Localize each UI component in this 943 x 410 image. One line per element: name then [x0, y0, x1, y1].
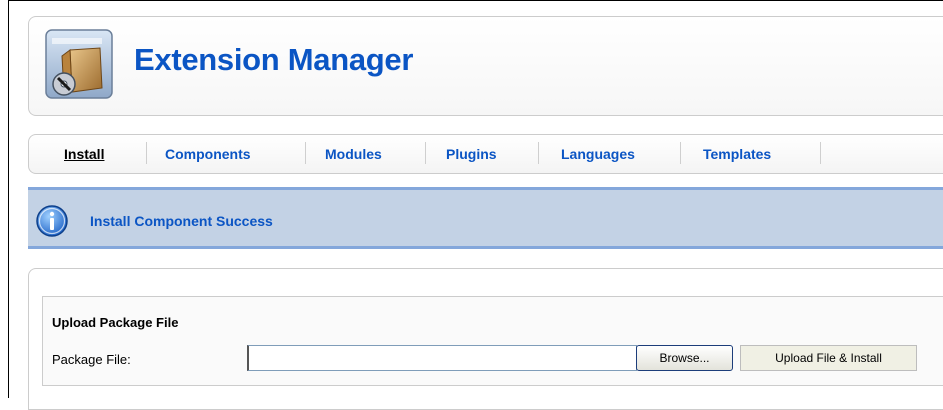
upload-heading: Upload Package File	[52, 315, 179, 330]
upload-fieldset	[42, 296, 943, 386]
tab-languages[interactable]: Languages	[561, 146, 635, 162]
tab-templates[interactable]: Templates	[703, 146, 771, 162]
package-file-input[interactable]	[247, 345, 637, 371]
tab-separator	[538, 142, 539, 164]
tab-separator	[680, 142, 681, 164]
browse-button[interactable]: Browse...	[636, 345, 733, 371]
tab-install[interactable]: Install	[64, 146, 104, 162]
info-icon	[36, 205, 68, 237]
extension-package-icon	[45, 29, 113, 99]
tab-separator	[425, 142, 426, 164]
tab-separator	[305, 142, 306, 164]
window-frame-top	[8, 0, 943, 1]
page-title: Extension Manager	[134, 42, 414, 77]
window-frame-left	[8, 0, 9, 398]
tab-components[interactable]: Components	[165, 146, 251, 162]
tab-separator	[146, 142, 147, 164]
message-text: Install Component Success	[90, 213, 273, 229]
tab-modules[interactable]: Modules	[325, 146, 382, 162]
tab-separator	[820, 142, 821, 164]
tab-plugins[interactable]: Plugins	[446, 146, 497, 162]
package-file-label: Package File:	[52, 352, 131, 367]
upload-install-button[interactable]: Upload File & Install	[740, 345, 917, 371]
